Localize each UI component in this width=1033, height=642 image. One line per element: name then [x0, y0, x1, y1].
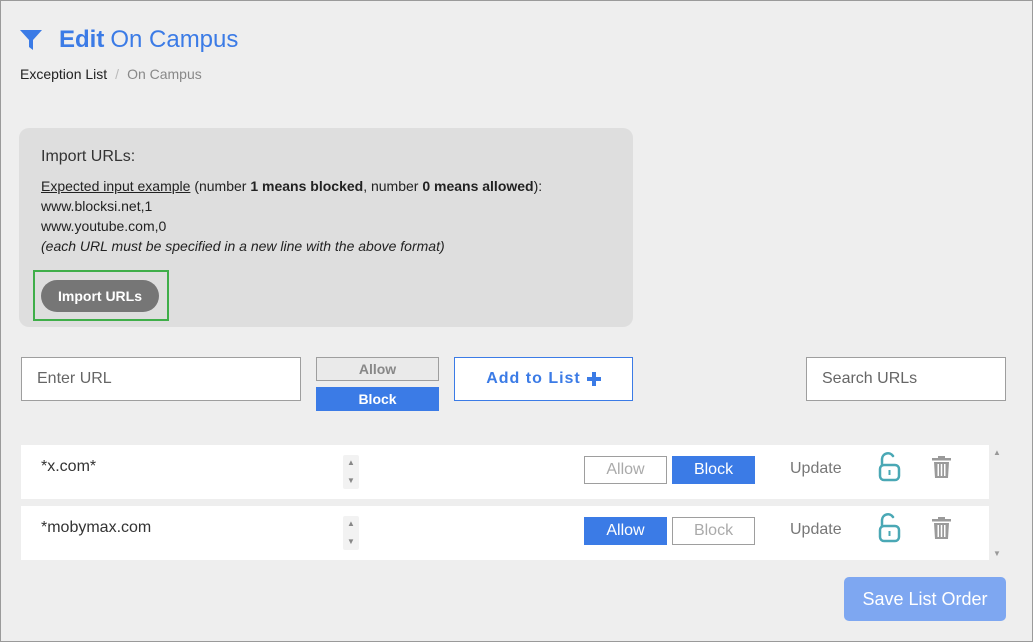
list-item-allow-button[interactable]: Allow [584, 456, 667, 484]
list-item-update-button[interactable]: Update [790, 521, 842, 539]
order-spinner: ▲ ▼ [343, 455, 359, 489]
search-urls-input[interactable] [806, 357, 1006, 401]
order-spinner: ▲ ▼ [343, 516, 359, 550]
breadcrumb: Exception List / On Campus [20, 66, 202, 82]
list-item-allow-button[interactable]: Allow [584, 517, 667, 545]
list-item-update-button[interactable]: Update [790, 460, 842, 478]
import-description: Expected input example (number 1 means b… [41, 178, 542, 194]
list-item: *x.com* ▲ ▼ Allow Block Update [21, 445, 989, 499]
add-to-list-label: Add to List [486, 370, 581, 387]
list-item-url: *x.com* [41, 458, 97, 475]
list-item-block-button[interactable]: Block [672, 456, 755, 484]
desc-part3: ): [533, 178, 543, 194]
list-item: *mobymax.com ▲ ▼ Allow Block Update [21, 506, 989, 560]
scroll-up-icon[interactable]: ▲ [993, 448, 1001, 457]
unlock-icon[interactable] [876, 513, 902, 543]
trash-icon[interactable] [932, 456, 951, 478]
plus-icon [586, 372, 601, 386]
breadcrumb-separator: / [115, 66, 120, 82]
filter-icon [20, 30, 42, 50]
expected-input-example-link: Expected input example [41, 178, 191, 194]
import-urls-button[interactable]: Import URLs [41, 280, 159, 312]
breadcrumb-exception-list[interactable]: Exception List [20, 66, 107, 82]
example-line-1: www.blocksi.net,1 [41, 198, 153, 214]
desc-bold2: 0 means allowed [422, 178, 534, 194]
example-line-2: www.youtube.com,0 [41, 218, 167, 234]
unlock-icon[interactable] [876, 452, 902, 482]
order-down-icon[interactable]: ▼ [347, 477, 355, 485]
import-title: Import URLs: [41, 148, 136, 165]
breadcrumb-current: On Campus [127, 66, 202, 82]
enter-url-input[interactable] [21, 357, 301, 401]
desc-part2: , number [363, 178, 423, 194]
import-note: (each URL must be specified in a new lin… [41, 238, 445, 254]
list-item-block-button[interactable]: Block [672, 517, 755, 545]
title-edit: Edit [59, 26, 105, 53]
order-up-icon[interactable]: ▲ [347, 459, 355, 467]
list-scrollbar[interactable]: ▲ ▼ [990, 445, 1004, 560]
title-name: On Campus [110, 26, 239, 53]
new-entry-allow-toggle[interactable]: Allow [316, 357, 439, 381]
desc-part1: (number [190, 178, 251, 194]
order-up-icon[interactable]: ▲ [347, 520, 355, 528]
save-list-order-button[interactable]: Save List Order [844, 577, 1006, 621]
page-title: Edit On Campus [59, 26, 238, 54]
desc-bold1: 1 means blocked [250, 178, 364, 194]
add-to-list-button[interactable]: Add to List [454, 357, 633, 401]
order-down-icon[interactable]: ▼ [347, 538, 355, 546]
scroll-down-icon[interactable]: ▼ [993, 549, 1001, 558]
trash-icon[interactable] [932, 517, 951, 539]
list-item-url: *mobymax.com [41, 519, 152, 536]
new-entry-block-toggle[interactable]: Block [316, 387, 439, 411]
